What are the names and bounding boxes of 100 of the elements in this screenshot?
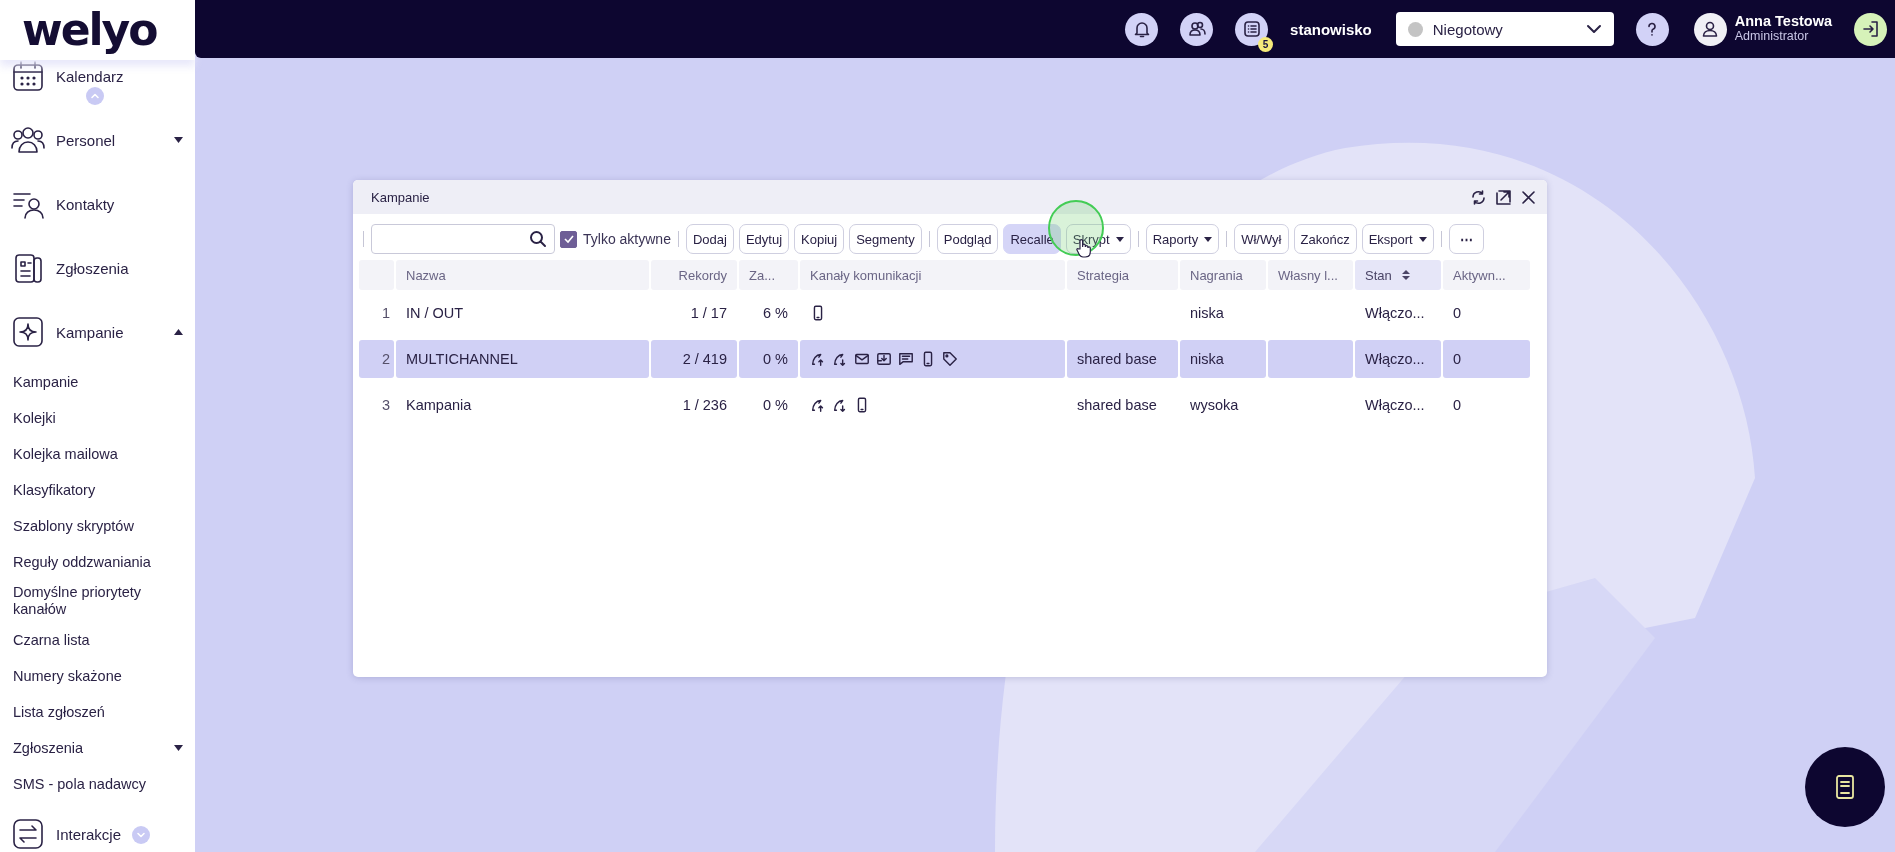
- swap-arrows-icon: [10, 816, 46, 852]
- toolbar-button[interactable]: Segmenty: [849, 224, 922, 254]
- outgoing-call-icon: [810, 351, 826, 367]
- sidebar-subitem[interactable]: Kampanie: [0, 364, 195, 400]
- sidebar-item[interactable]: Kalendarz: [0, 60, 195, 108]
- column-header[interactable]: Własny l...: [1268, 260, 1353, 290]
- toolbar-button[interactable]: Eksport: [1361, 224, 1434, 254]
- tasks-button[interactable]: [1235, 12, 1269, 46]
- sidebar-subitem[interactable]: Szablony skryptów: [0, 508, 195, 544]
- sidebar-subitem[interactable]: Lista zgłoszeń: [0, 694, 195, 730]
- table-cell-text: 0: [1452, 304, 1463, 323]
- sidebar-item[interactable]: Kampanie: [0, 300, 195, 364]
- more-button[interactable]: ⋯: [1448, 224, 1484, 254]
- table-cell-text: 3: [380, 396, 391, 415]
- sidebar-subitem[interactable]: Domyślne priorytety kanałów: [0, 580, 195, 622]
- toolbar-button[interactable]: Wł/Wył: [1234, 224, 1289, 254]
- column-header[interactable]: Strategia: [1067, 260, 1178, 290]
- window-title: Kampanie: [371, 189, 431, 205]
- sidebar-item[interactable]: Zgłoszenia: [0, 236, 195, 300]
- table-cell-text: Kampania: [405, 396, 473, 415]
- column-header[interactable]: Nagrania: [1180, 260, 1266, 290]
- people-icon: [1186, 19, 1207, 39]
- close-button[interactable]: [1520, 188, 1537, 206]
- refresh-button[interactable]: [1470, 188, 1487, 206]
- checkmark-icon: [562, 233, 575, 245]
- column-header[interactable]: Aktywn...: [1443, 260, 1530, 290]
- chevron-up-icon: [90, 91, 100, 101]
- column-header[interactable]: Rekordy: [651, 260, 737, 290]
- logo: welyo: [22, 8, 157, 52]
- toolbar-button[interactable]: Dodaj: [685, 224, 734, 254]
- table-cell-text: 1 / 17: [689, 304, 728, 323]
- sidebar-subitem[interactable]: SMS - pola nadawcy: [0, 766, 195, 802]
- sparkle-icon: [10, 314, 46, 350]
- column-header[interactable]: Kanały komunikacji: [800, 260, 1065, 290]
- search-icon: [528, 229, 548, 249]
- column-header[interactable]: Nazwa: [396, 260, 649, 290]
- popout-button[interactable]: [1495, 188, 1512, 206]
- toolbar-button[interactable]: Kopiuj: [794, 224, 845, 254]
- users-button[interactable]: [1180, 12, 1214, 46]
- sort-icon: [1401, 270, 1410, 280]
- close-icon: [1520, 188, 1537, 206]
- toolbar-button[interactable]: Edytuj: [738, 224, 790, 254]
- toolbar-button[interactable]: Raporty: [1145, 224, 1220, 254]
- table-cell-text: Włączo...: [1364, 396, 1426, 415]
- chevron-down-icon: [136, 830, 146, 840]
- table-cell-text: shared base: [1076, 396, 1158, 415]
- table-cell: 2 / 419: [651, 340, 737, 378]
- sidebar-item[interactable]: Interakcje: [0, 802, 195, 852]
- toolbar-button[interactable]: Podgląd: [936, 224, 999, 254]
- caret-down-icon: [174, 745, 183, 751]
- envelope-icon: [854, 351, 870, 367]
- help-button[interactable]: [1635, 12, 1669, 46]
- column-header[interactable]: Stan: [1355, 260, 1441, 290]
- sidebar-subitem[interactable]: Zgłoszenia: [0, 730, 195, 766]
- status-dropdown[interactable]: Niegotowy: [1395, 12, 1614, 46]
- exit-icon: [1860, 19, 1881, 39]
- external-window-icon: [1495, 188, 1512, 206]
- checkbox-label: Tylko aktywne: [583, 231, 671, 247]
- table-cell: Włączo...: [1355, 340, 1441, 378]
- user-role: Administrator: [1734, 29, 1810, 44]
- sidebar-subitem[interactable]: Reguły oddzwaniania: [0, 544, 195, 580]
- sidebar-subitem[interactable]: Czarna lista: [0, 622, 195, 658]
- sidebar-item[interactable]: Kontakty: [0, 172, 195, 236]
- refresh-icon: [1470, 188, 1487, 206]
- caret-down-icon: [174, 137, 183, 143]
- table-cell-text: 1 / 236: [681, 396, 728, 415]
- table-cell-text: IN / OUT: [405, 304, 465, 323]
- download-tray-icon: [876, 351, 892, 367]
- tag-icon: [942, 351, 958, 367]
- sidebar-item[interactable]: Personel: [0, 108, 195, 172]
- column-header[interactable]: Za...: [739, 260, 798, 290]
- table-cell-text: 1: [380, 304, 391, 323]
- table-cell-text: 0: [1452, 396, 1463, 415]
- toolbar-button[interactable]: Zakończ: [1293, 224, 1357, 254]
- caret-up-icon: [174, 329, 183, 335]
- table-cell-text: 0 %: [762, 396, 789, 415]
- calendar-icon: [10, 60, 46, 94]
- table-cell-text: Włączo...: [1364, 304, 1426, 323]
- outgoing-call-icon: [810, 397, 826, 413]
- table-cell-text: niska: [1189, 304, 1225, 323]
- chevron-down-icon: [1585, 24, 1602, 34]
- sidebar-subitem[interactable]: Kolejki: [0, 400, 195, 436]
- sidebar-subitem[interactable]: Kolejka mailowa: [0, 436, 195, 472]
- table-cell-text: 6 %: [762, 304, 789, 323]
- checkbox[interactable]: [560, 230, 577, 248]
- sidebar-subitem[interactable]: Numery skażone: [0, 658, 195, 694]
- message-icon: [898, 351, 914, 367]
- avatar[interactable]: [1693, 12, 1727, 46]
- logout-button[interactable]: [1854, 12, 1887, 46]
- sidebar-subitem[interactable]: Klasyfikatory: [0, 472, 195, 508]
- user-name: Anna Testowa: [1734, 14, 1832, 29]
- search-field[interactable]: [371, 224, 555, 254]
- table-cell: MULTICHANNEL: [396, 340, 649, 378]
- table-cell: 0 %: [739, 340, 798, 378]
- workstation-label: stanowisko: [1290, 20, 1372, 38]
- incoming-call-icon: [832, 397, 848, 413]
- notifications-button[interactable]: [1125, 12, 1159, 46]
- incoming-call-icon: [832, 351, 848, 367]
- table-cell: shared base: [1067, 340, 1178, 378]
- table-cell: niska: [1180, 340, 1266, 378]
